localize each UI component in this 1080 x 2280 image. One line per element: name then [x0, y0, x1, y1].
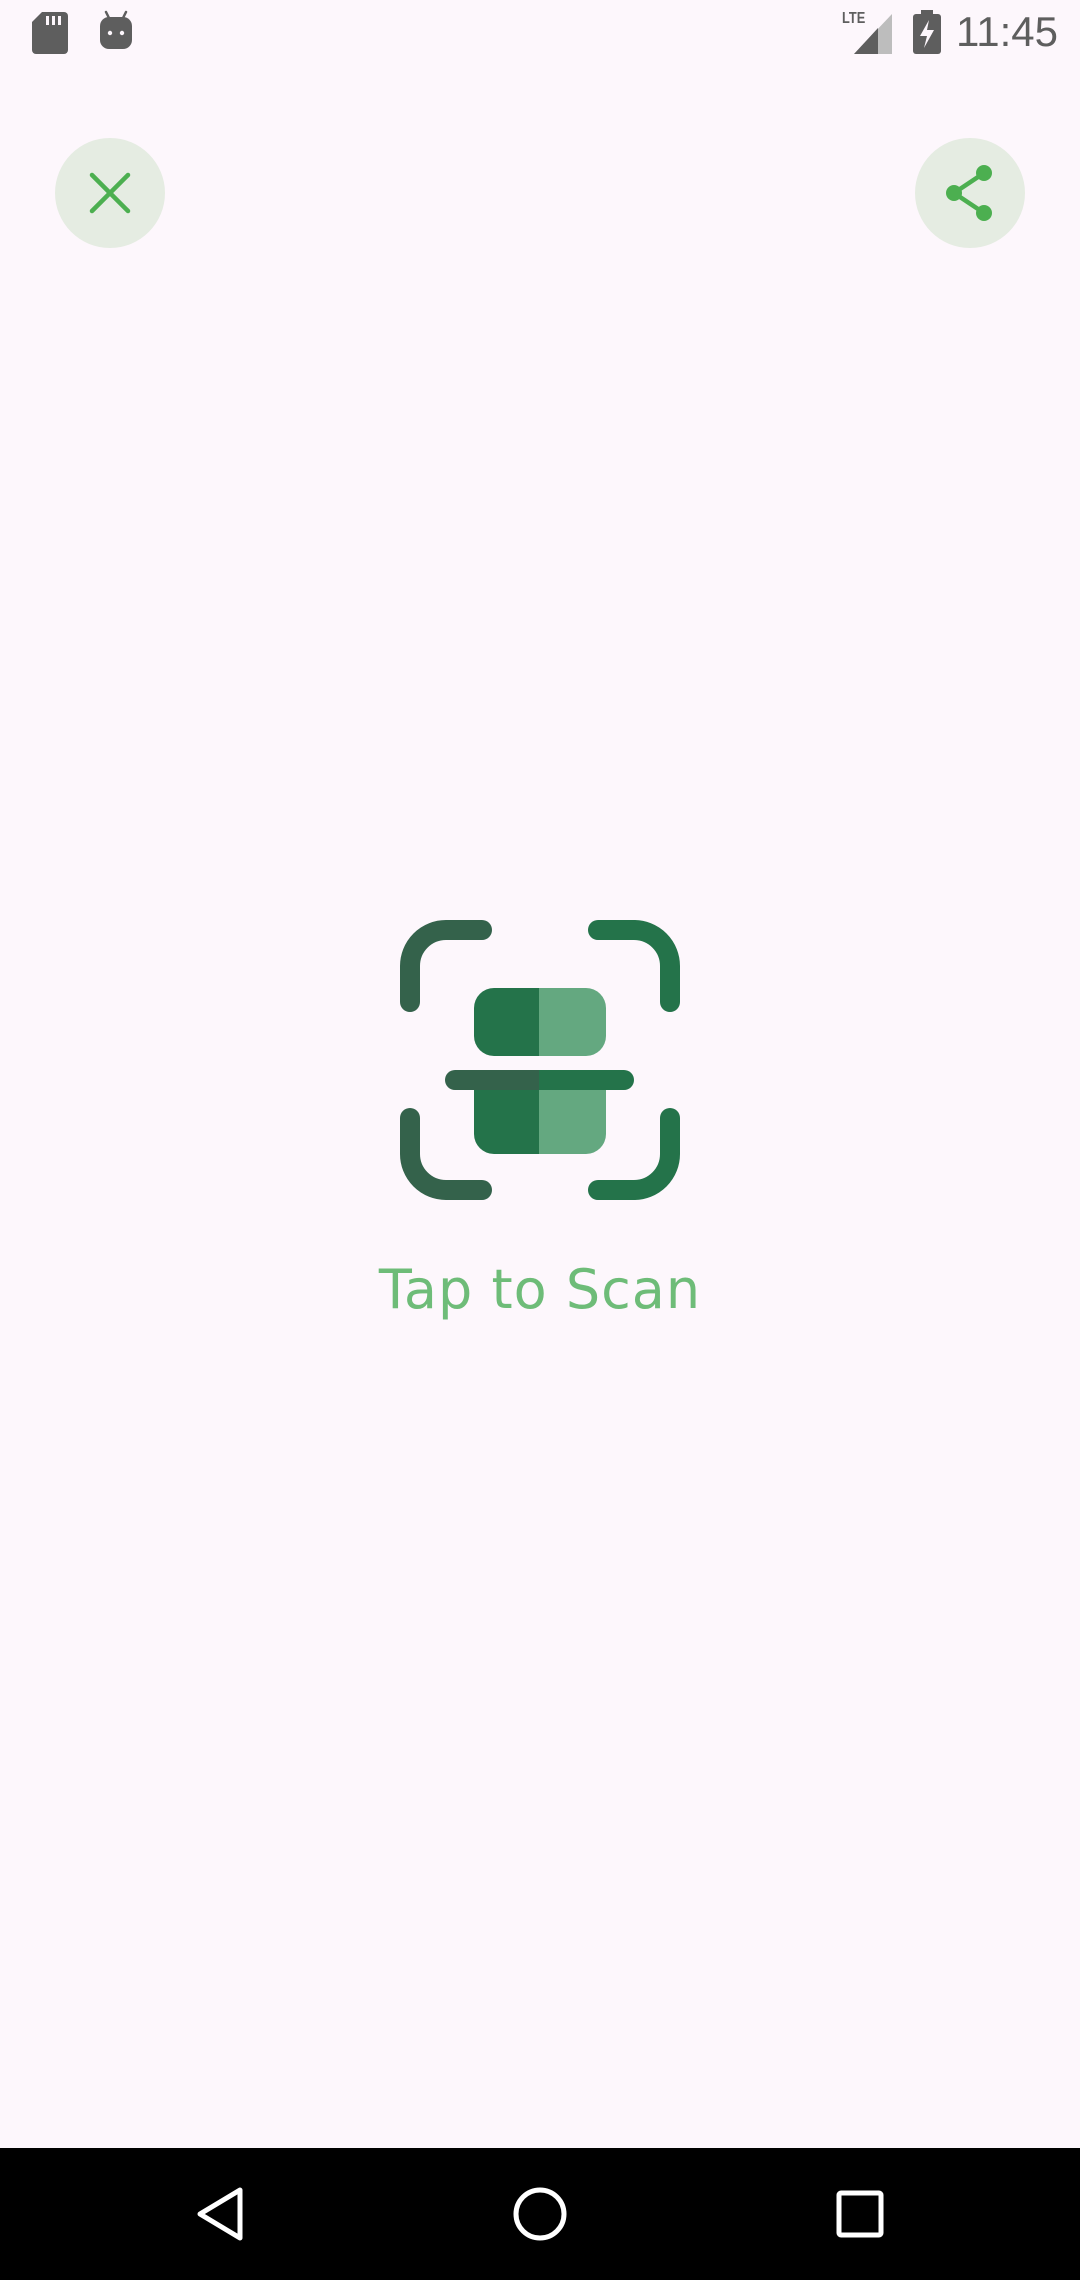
signal-icon	[854, 14, 892, 54]
share-button[interactable]	[915, 138, 1025, 248]
back-icon	[197, 2187, 243, 2241]
status-bar: LTE 11:45	[0, 0, 1080, 64]
close-icon	[89, 172, 131, 214]
home-icon	[513, 2187, 567, 2241]
sd-card-icon	[32, 12, 68, 54]
scan-area[interactable]: Tap to Scan	[340, 920, 740, 1340]
android-icon	[100, 10, 132, 49]
network-indicator: LTE	[842, 10, 892, 54]
barcode-scan-icon	[400, 920, 680, 1200]
back-button[interactable]	[180, 2174, 260, 2254]
recents-icon	[836, 2190, 884, 2238]
recents-button[interactable]	[820, 2174, 900, 2254]
scan-label: Tap to Scan	[378, 1258, 702, 1321]
battery-charging-icon	[913, 10, 941, 54]
navigation-bar	[0, 2148, 1080, 2280]
share-icon	[946, 165, 992, 221]
close-button[interactable]	[55, 138, 165, 248]
home-button[interactable]	[500, 2174, 580, 2254]
status-time: 11:45	[956, 8, 1058, 55]
